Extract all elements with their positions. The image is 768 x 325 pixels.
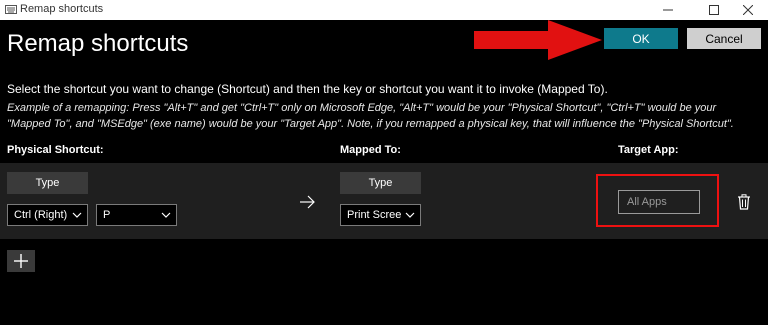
minimize-button[interactable] [648, 0, 688, 20]
physical-key-1-value: Ctrl (Right) [14, 209, 68, 221]
physical-type-button[interactable]: Type [7, 172, 88, 194]
physical-shortcut-header: Physical Shortcut: [7, 144, 104, 156]
arrow-right-icon [300, 195, 315, 209]
close-button[interactable] [728, 0, 768, 20]
mapped-to-header: Mapped To: [340, 144, 401, 156]
maximize-icon [709, 5, 719, 15]
close-icon [743, 5, 753, 15]
mapped-key-value: Print Scree [347, 209, 402, 221]
physical-key-dropdown-2[interactable]: P [96, 204, 177, 226]
chevron-down-icon [405, 212, 415, 218]
chevron-down-icon [161, 212, 171, 218]
page-title: Remap shortcuts [7, 30, 189, 57]
mapped-type-button[interactable]: Type [340, 172, 421, 194]
ok-button[interactable]: OK [604, 28, 678, 49]
instruction-text: Select the shortcut you want to change (… [7, 82, 608, 96]
physical-key-2-value: P [103, 209, 111, 221]
physical-key-dropdown-1[interactable]: Ctrl (Right) [7, 204, 88, 226]
title-bar: Remap shortcuts [0, 0, 768, 20]
keyboard-icon [5, 5, 17, 14]
chevron-down-icon [72, 212, 82, 218]
mapped-key-dropdown[interactable]: Print Scree [340, 204, 421, 226]
red-arrow-annotation [474, 20, 602, 60]
target-app-input[interactable] [618, 190, 700, 214]
cancel-button[interactable]: Cancel [687, 28, 761, 49]
target-app-header: Target App: [618, 144, 679, 156]
minimize-icon [663, 9, 673, 11]
window-title: Remap shortcuts [20, 3, 104, 15]
add-shortcut-button[interactable] [7, 250, 35, 272]
example-text: Example of a remapping: Press "Alt+T" an… [7, 102, 734, 130]
delete-icon[interactable] [737, 194, 751, 210]
plus-icon [14, 254, 28, 268]
